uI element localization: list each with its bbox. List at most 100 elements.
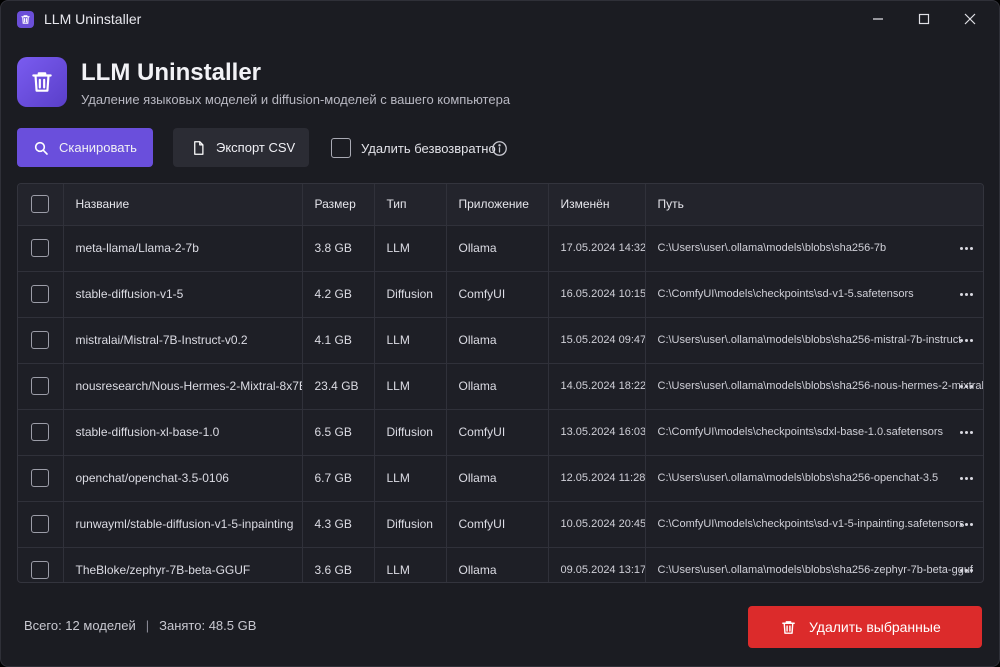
column-header-size[interactable]: Размер	[302, 184, 375, 225]
more-icon[interactable]	[955, 517, 977, 531]
scan-button[interactable]: Сканировать	[17, 128, 153, 167]
row-checkbox-cell[interactable]	[18, 409, 64, 455]
model-name: stable-diffusion-v1-5	[63, 271, 303, 317]
row-checkbox[interactable]	[31, 377, 50, 395]
model-type: Diffusion	[374, 501, 447, 547]
model-size: 4.2 GB	[302, 271, 375, 317]
model-size: 23.4 GB	[302, 363, 375, 409]
row-checkbox[interactable]	[31, 515, 50, 533]
row-checkbox[interactable]	[31, 423, 50, 441]
select-all-checkbox[interactable]	[31, 195, 50, 214]
model-type: LLM	[374, 225, 447, 271]
more-icon[interactable]	[955, 563, 977, 577]
model-path: C:\ComfyUI\models\checkpoints\sd-v1-5.sa…	[657, 288, 914, 300]
app-window: LLM Uninstaller LLM Uninstaller Удаление…	[0, 0, 1000, 667]
maximize-icon[interactable]	[901, 1, 947, 37]
model-modified: 14.05.2024 18:22	[548, 363, 646, 409]
model-size: 4.3 GB	[302, 501, 375, 547]
more-icon[interactable]	[955, 333, 977, 347]
close-icon[interactable]	[947, 1, 993, 37]
row-checkbox[interactable]	[31, 561, 50, 580]
model-name: runwayml/stable-diffusion-v1-5-inpaintin…	[63, 501, 303, 547]
column-header-modified[interactable]: Изменён	[548, 184, 646, 225]
column-header-name[interactable]: Название	[63, 184, 303, 225]
row-checkbox[interactable]	[31, 239, 50, 257]
model-type: LLM	[374, 547, 447, 582]
model-app: ComfyUI	[446, 409, 549, 455]
model-modified: 10.05.2024 20:45	[548, 501, 646, 547]
row-checkbox-cell[interactable]	[18, 225, 64, 271]
table-row[interactable]: openchat/openchat-3.5-0106 6.7 GB LLM Ollam…	[18, 455, 983, 501]
row-checkbox[interactable]	[31, 331, 50, 349]
column-header-app[interactable]: Приложение	[446, 184, 549, 225]
row-checkbox-cell[interactable]	[18, 455, 64, 501]
model-modified: 12.05.2024 11:28	[548, 455, 646, 501]
permanent-delete-label: Удалить безвозвратно	[361, 141, 496, 156]
row-checkbox[interactable]	[31, 285, 50, 303]
model-name: mistralai/Mistral-7B-Instruct-v0.2	[63, 317, 303, 363]
model-name: meta-llama/Llama-2-7b	[63, 225, 303, 271]
model-app: Ollama	[446, 225, 549, 271]
file-icon	[194, 140, 204, 155]
table-row[interactable]: mistralai/Mistral-7B-Instruct-v0.2 4.1 GB…	[18, 317, 983, 363]
app-trash-icon	[17, 11, 34, 28]
search-icon	[34, 141, 48, 155]
model-path-cell: C:\Users\user\.ollama\models\blobs\sha25…	[645, 317, 983, 363]
row-checkbox-cell[interactable]	[18, 317, 64, 363]
row-checkbox-cell[interactable]	[18, 271, 64, 317]
model-path-cell: C:\Users\user\.ollama\models\blobs\sha25…	[645, 547, 983, 582]
stats-separator: |	[145, 618, 150, 633]
footer-stats: Всего: 12 моделей | Занято: 48.5 GB	[24, 618, 256, 633]
model-size: 6.5 GB	[302, 409, 375, 455]
scan-button-label: Сканировать	[59, 140, 137, 155]
more-icon[interactable]	[955, 471, 977, 485]
model-size: 6.7 GB	[302, 455, 375, 501]
model-path: C:\Users\user\.ollama\models\blobs\sha25…	[657, 334, 962, 346]
page-title: LLM Uninstaller	[81, 59, 262, 86]
model-path-cell: C:\ComfyUI\models\checkpoints\sdxl-base-…	[645, 409, 983, 455]
column-header-type[interactable]: Тип	[374, 184, 447, 225]
model-app: ComfyUI	[446, 271, 549, 317]
model-path-cell: C:\Users\user\.ollama\models\blobs\sha25…	[645, 225, 983, 271]
info-icon[interactable]	[491, 140, 508, 162]
model-size: 4.1 GB	[302, 317, 375, 363]
model-modified: 13.05.2024 16:03	[548, 409, 646, 455]
delete-selected-button[interactable]: Удалить выбранные	[748, 606, 982, 648]
row-checkbox-cell[interactable]	[18, 501, 64, 547]
export-csv-button[interactable]: Экспорт CSV	[173, 128, 309, 167]
trash-icon	[782, 620, 795, 634]
model-type: LLM	[374, 455, 447, 501]
model-size: 3.8 GB	[302, 225, 375, 271]
table-row[interactable]: TheBloke/zephyr-7B-beta-GGUF 3.6 GB LLM Oll…	[18, 547, 983, 582]
model-path: C:\Users\user\.ollama\models\blobs\sha25…	[657, 472, 939, 484]
row-checkbox[interactable]	[31, 469, 50, 487]
more-icon[interactable]	[955, 241, 977, 255]
title-bar: LLM Uninstaller	[1, 1, 999, 37]
model-modified: 17.05.2024 14:32	[548, 225, 646, 271]
model-app: Ollama	[446, 547, 549, 582]
table-row[interactable]: nousresearch/Nous-Hermes-2-Mixtral-8x7B-…	[18, 363, 984, 409]
table-row[interactable]: stable-diffusion-xl-base-1.0 6.5 GB Diffus…	[18, 409, 983, 455]
more-icon[interactable]	[955, 379, 977, 393]
header-trash-icon	[17, 57, 67, 107]
select-all-checkbox-cell[interactable]	[18, 184, 64, 225]
table-row[interactable]: meta-llama/Llama-2-7b 3.8 GB LLM Ollama 17.0…	[18, 225, 983, 271]
model-modified: 15.05.2024 09:47	[548, 317, 646, 363]
row-checkbox-cell[interactable]	[18, 363, 64, 409]
page-subtitle: Удаление языковых моделей и diffusion-мо…	[81, 92, 511, 107]
model-app: Ollama	[446, 317, 549, 363]
model-path: C:\Users\user\.ollama\models\blobs\sha25…	[657, 380, 984, 392]
column-header-path[interactable]: Путь	[645, 184, 983, 225]
table-row[interactable]: stable-diffusion-v1-5 4.2 GB Diffusion Comf…	[18, 271, 983, 317]
model-path-cell: C:\ComfyUI\models\checkpoints\sd-v1-5-in…	[645, 501, 983, 547]
model-type: LLM	[374, 317, 447, 363]
permanent-delete-checkbox[interactable]	[331, 138, 351, 158]
more-icon[interactable]	[955, 287, 977, 301]
table-row[interactable]: runwayml/stable-diffusion-v1-5-inpaintin…	[18, 501, 983, 547]
model-size: 3.6 GB	[302, 547, 375, 582]
minimize-icon[interactable]	[855, 1, 901, 37]
used-space: Занято: 48.5 GB	[159, 618, 257, 633]
row-checkbox-cell[interactable]	[18, 547, 64, 582]
more-icon[interactable]	[955, 425, 977, 439]
model-path: C:\Users\user\.ollama\models\blobs\sha25…	[657, 242, 887, 254]
